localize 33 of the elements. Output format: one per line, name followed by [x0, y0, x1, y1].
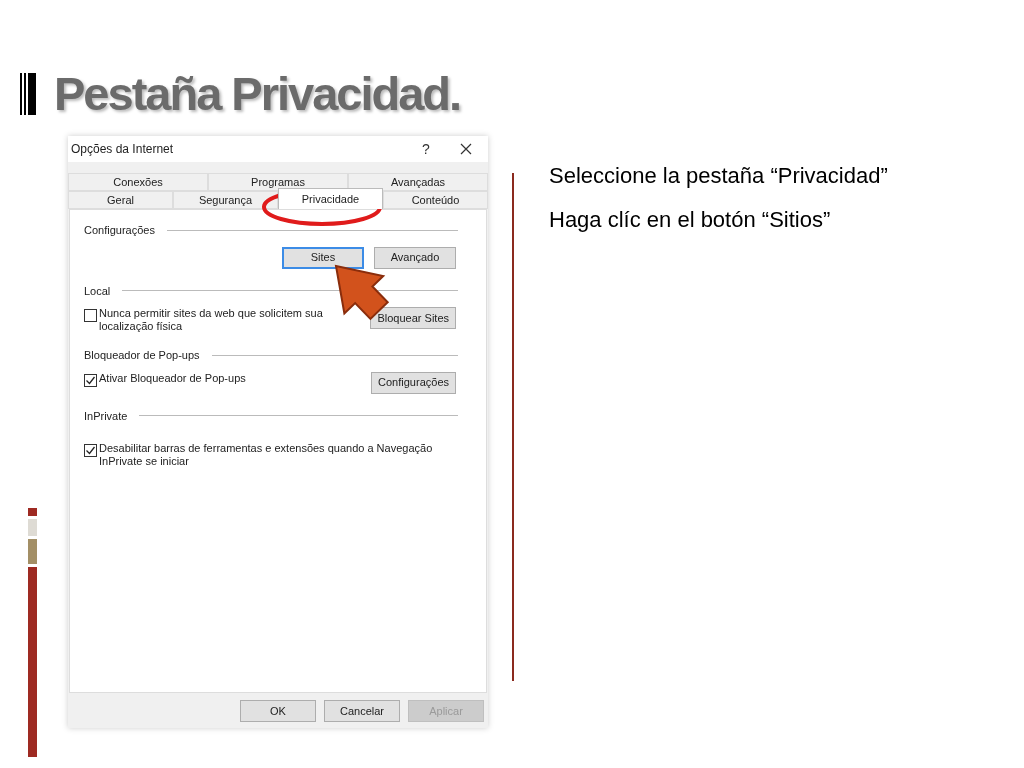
tab[interactable]: Conexões — [68, 173, 208, 191]
section-heading: Configurações — [84, 223, 155, 238]
checkbox-label: Ativar Bloqueador de Pop-ups — [99, 371, 246, 385]
dialog-button[interactable]: Avançado — [374, 246, 456, 269]
section-heading: Bloqueador de Pop-ups — [84, 348, 200, 363]
dialog-button[interactable]: OK — [240, 700, 316, 722]
dialog-button[interactable]: Bloquear Sites — [370, 307, 456, 329]
checkbox[interactable] — [84, 444, 97, 457]
tab[interactable]: Programas — [208, 173, 348, 191]
tab[interactable]: Privacidade — [278, 188, 383, 209]
tab[interactable]: Segurança — [173, 191, 278, 209]
checkbox-label: Desabilitar barras de ferramentas e extensões quando a Navegação InPrivate se iniciar — [99, 442, 434, 468]
tab[interactable]: Geral — [68, 191, 173, 209]
slide-title: Pestaña Privacidad. — [54, 70, 461, 117]
section-heading: InPrivate — [84, 408, 128, 424]
close-icon — [460, 143, 472, 155]
dialog-button[interactable]: Configurações — [371, 371, 456, 394]
checkbox-label: Nunca permitir sites da web que solicitem sua localização física — [99, 307, 324, 333]
decor-bar — [28, 508, 37, 516]
instruction-text: Seleccione la pestaña “Privacidad” — [549, 162, 888, 190]
tab[interactable]: Avançadas — [348, 173, 488, 191]
tab[interactable]: Conteúdo — [383, 191, 488, 209]
instruction-text: Haga clíc en el botón “Sitios” — [549, 206, 832, 234]
title-bars-icon — [20, 72, 36, 115]
dialog-button[interactable]: Sites — [282, 246, 364, 269]
section-heading: Local — [84, 283, 111, 299]
checkbox[interactable] — [84, 373, 97, 387]
checkbox[interactable] — [84, 309, 97, 322]
window-title: Opções da Internet — [71, 141, 174, 158]
decor-bar — [28, 539, 37, 564]
help-button[interactable]: ? — [411, 138, 441, 160]
decor-bar — [28, 519, 37, 536]
dialog-button[interactable]: Cancelar — [324, 700, 400, 722]
